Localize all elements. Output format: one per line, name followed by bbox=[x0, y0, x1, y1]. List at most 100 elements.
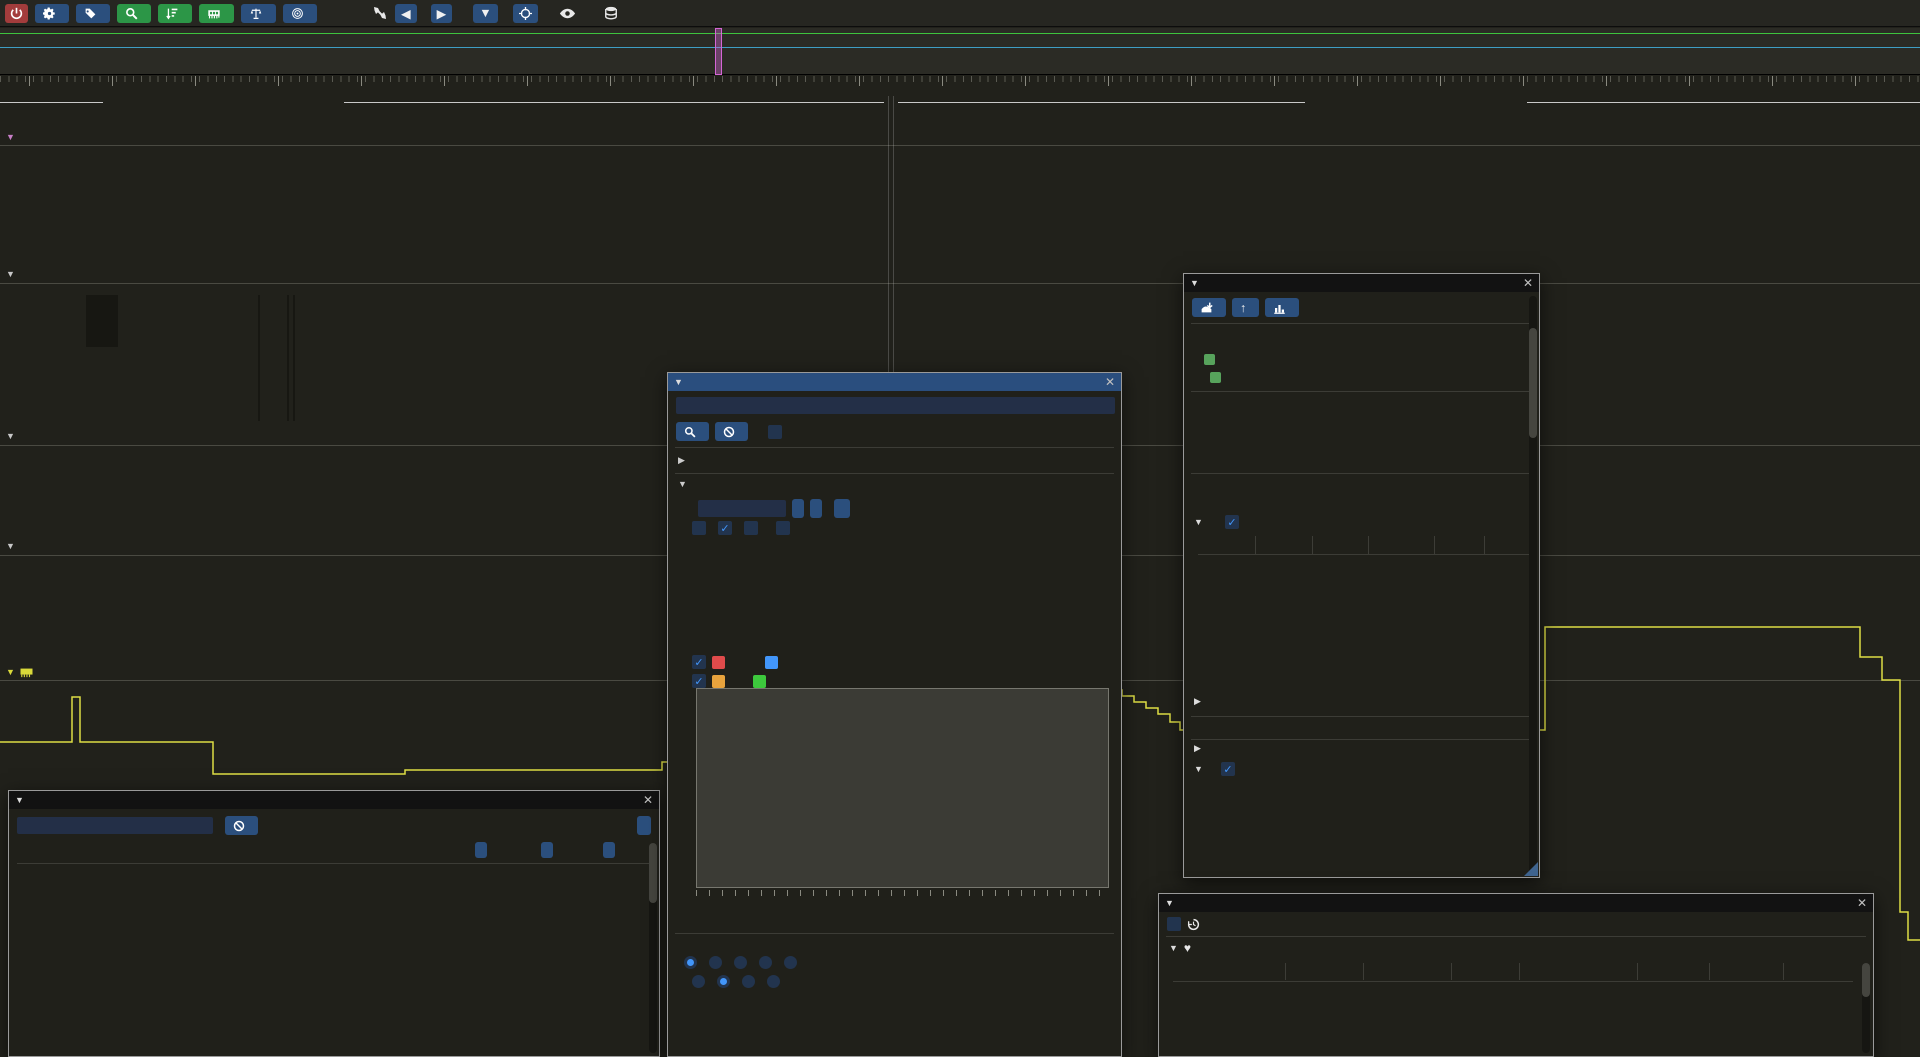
close-icon[interactable]: ✕ bbox=[1523, 276, 1533, 290]
min-bin-decrease-button[interactable] bbox=[792, 499, 804, 518]
matched-source-locations[interactable]: ▶ bbox=[678, 455, 697, 466]
options-button[interactable] bbox=[35, 4, 69, 23]
col-call-stack[interactable] bbox=[1783, 963, 1853, 980]
col-appeared[interactable] bbox=[1363, 963, 1451, 980]
power-button[interactable] bbox=[5, 4, 28, 23]
log-values-checkbox[interactable] bbox=[692, 521, 706, 535]
frame-overview[interactable] bbox=[0, 28, 1920, 75]
reset-button[interactable] bbox=[834, 499, 850, 518]
prev-frame-button[interactable]: ◀ bbox=[395, 4, 417, 23]
col-zone-alloc[interactable] bbox=[1637, 963, 1709, 980]
col-size[interactable] bbox=[1285, 963, 1363, 980]
groupby-parent-radio[interactable] bbox=[759, 956, 772, 969]
wait-regions-toggle[interactable]: ▼ bbox=[1194, 515, 1245, 529]
child-zones-toggle[interactable]: ▼ bbox=[1194, 762, 1241, 776]
tools-icon[interactable] bbox=[372, 5, 388, 21]
clear-filter-button[interactable] bbox=[225, 816, 258, 835]
clear-button[interactable] bbox=[715, 422, 748, 441]
memory-button[interactable] bbox=[199, 4, 234, 23]
groupby-callstacks-radio[interactable] bbox=[734, 956, 747, 969]
ignore-case-checkbox[interactable] bbox=[768, 425, 782, 439]
thread2-header[interactable]: ▼ bbox=[6, 267, 19, 281]
zone-trace-toggle[interactable]: ▶ bbox=[1194, 743, 1213, 754]
source-color-swatch[interactable] bbox=[1204, 354, 1215, 365]
find-zone-search-input[interactable] bbox=[676, 397, 1115, 414]
time-relative-checkbox[interactable] bbox=[1225, 515, 1239, 529]
scrollbar-thumb[interactable] bbox=[1529, 328, 1537, 438]
active-allocations-toggle[interactable]: ▼♥ bbox=[1169, 941, 1225, 955]
sortby-order-radio[interactable] bbox=[692, 975, 705, 988]
group-children-checkbox[interactable] bbox=[1221, 762, 1235, 776]
col-duration[interactable] bbox=[1451, 963, 1519, 980]
scrollbar-thumb[interactable] bbox=[649, 843, 657, 903]
allocations-list-toggle[interactable]: ▶ bbox=[1194, 696, 1207, 707]
sort-counts-button[interactable] bbox=[541, 842, 553, 858]
restrict-time-checkbox[interactable] bbox=[1167, 917, 1181, 931]
statistics-titlebar[interactable]: ▼✕ bbox=[9, 791, 659, 809]
groupby-usertext-radio[interactable] bbox=[709, 956, 722, 969]
cut-button[interactable] bbox=[637, 816, 651, 835]
frame-bar[interactable] bbox=[0, 95, 1920, 109]
frame-overview-bars bbox=[0, 28, 1920, 75]
min-bin-increase-button[interactable] bbox=[810, 499, 822, 518]
histogram-plot[interactable] bbox=[696, 688, 1109, 888]
close-icon[interactable]: ✕ bbox=[1857, 896, 1867, 910]
time-ruler[interactable] bbox=[0, 76, 1920, 96]
statistics-panel: ▼✕ bbox=[8, 790, 660, 1057]
close-icon[interactable]: ✕ bbox=[1105, 375, 1115, 389]
sort-by-row bbox=[678, 975, 792, 988]
zoom-to-zone-button[interactable] bbox=[1192, 298, 1226, 317]
find-button[interactable] bbox=[676, 422, 709, 441]
sortby-mtpc-radio[interactable] bbox=[767, 975, 780, 988]
ban-icon bbox=[233, 820, 245, 832]
cpu-data-header[interactable]: ▼ bbox=[6, 130, 19, 144]
self-time-checkbox[interactable] bbox=[776, 521, 790, 535]
frame-overview-cursor bbox=[715, 28, 722, 75]
statistics-table-header bbox=[17, 841, 643, 861]
statistics-button[interactable] bbox=[158, 4, 192, 23]
frame-median-line bbox=[0, 47, 1920, 48]
sort-total-time-button[interactable] bbox=[475, 842, 487, 858]
memory-usage-header[interactable]: ▼ bbox=[6, 665, 40, 679]
cumulate-time-checkbox[interactable] bbox=[744, 521, 758, 535]
groupby-none-radio[interactable] bbox=[784, 956, 797, 969]
resize-grip[interactable] bbox=[1524, 862, 1538, 876]
crosshair-button[interactable] bbox=[513, 4, 538, 23]
close-icon[interactable]: ✕ bbox=[643, 793, 653, 807]
go-to-parent-button[interactable]: ↑ bbox=[1232, 298, 1259, 317]
log-time-checkbox[interactable] bbox=[718, 521, 732, 535]
tags-icon bbox=[84, 7, 97, 20]
memory-chip-icon bbox=[207, 7, 221, 20]
group-average-checkbox[interactable] bbox=[692, 674, 706, 688]
sort-mtpc-button[interactable] bbox=[603, 842, 615, 858]
min-bin-input[interactable] bbox=[698, 500, 786, 517]
find-zone-titlebar[interactable]: ▼✕ bbox=[668, 373, 1121, 391]
histogram-axis-ticks bbox=[696, 890, 1109, 896]
frame-target-line bbox=[0, 33, 1920, 34]
bar-chart-icon bbox=[1273, 302, 1286, 314]
info-button[interactable] bbox=[283, 4, 317, 23]
histogram-section-toggle[interactable]: ▼ bbox=[678, 479, 693, 489]
zone-info-panel: ▼✕ ↑ ▼ ▶ ▶ ▼ bbox=[1183, 273, 1540, 878]
search-icon bbox=[125, 7, 138, 20]
sortby-time-radio[interactable] bbox=[742, 975, 755, 988]
group-median-color-swatch bbox=[753, 675, 766, 688]
zone-statistics-button[interactable] bbox=[1265, 298, 1299, 317]
compare-button[interactable] bbox=[241, 4, 276, 23]
zone-info-titlebar[interactable]: ▼✕ bbox=[1184, 274, 1539, 292]
sortby-count-radio[interactable] bbox=[717, 975, 730, 988]
scrollbar-thumb[interactable] bbox=[1862, 963, 1870, 997]
memory-titlebar[interactable]: ▼✕ bbox=[1159, 894, 1873, 912]
find-zone-button[interactable] bbox=[117, 4, 151, 23]
frame-popup-button[interactable]: ▼ bbox=[473, 4, 497, 23]
thread-color-swatch[interactable] bbox=[1210, 372, 1221, 383]
wait-regions-header bbox=[1198, 536, 1530, 554]
groupby-thread-radio[interactable] bbox=[684, 956, 697, 969]
messages-button[interactable] bbox=[76, 4, 110, 23]
guif-worker2-header[interactable]: ▼ bbox=[6, 429, 19, 443]
col-zone-free[interactable] bbox=[1709, 963, 1783, 980]
average-time-checkbox[interactable] bbox=[692, 655, 706, 669]
next-frame-button[interactable]: ▶ bbox=[431, 4, 453, 23]
guif-worker0-header[interactable]: ▼ bbox=[6, 539, 19, 553]
filter-zones-input[interactable] bbox=[17, 817, 213, 834]
